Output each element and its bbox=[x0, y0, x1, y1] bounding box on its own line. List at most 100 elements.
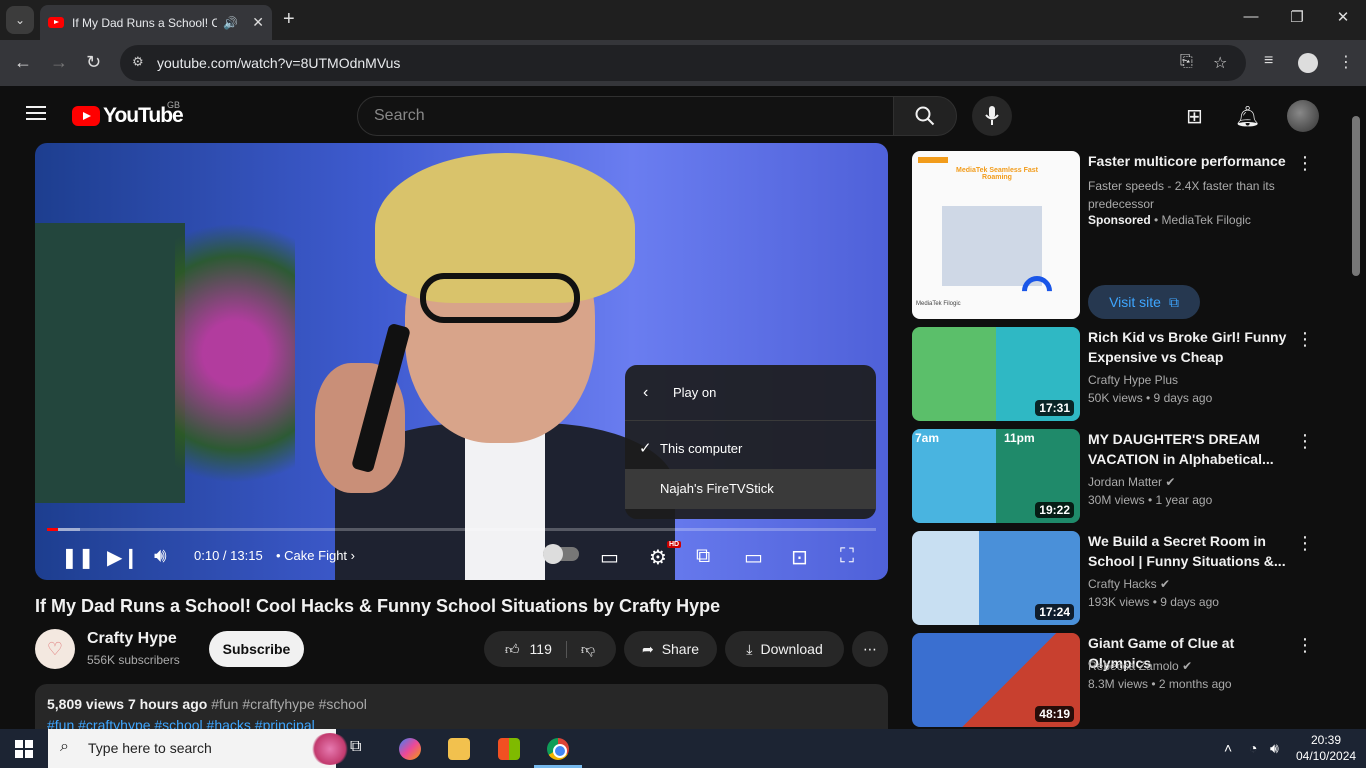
task-view-icon[interactable]: ⧉ bbox=[350, 738, 372, 760]
share-icon: ➦ bbox=[641, 640, 654, 657]
progress-bar[interactable] bbox=[47, 528, 876, 531]
checkmark-icon: ✓ bbox=[639, 440, 652, 457]
thumbs-up-icon: 👍︎ bbox=[504, 640, 520, 657]
channel-avatar[interactable]: ♡ bbox=[35, 629, 75, 669]
video-thumbnail[interactable]: 17:31 bbox=[912, 327, 1080, 421]
hd-badge: HD bbox=[667, 541, 682, 548]
channel-name[interactable]: Rebecca Zamolo ✔ bbox=[1088, 659, 1192, 673]
taskbar-clock[interactable]: 20:39 04/10/2024 bbox=[1296, 732, 1356, 764]
settings-gear-icon[interactable]: ⚙ bbox=[649, 545, 667, 570]
url-text[interactable]: youtube.com/watch?v=8UTMOdnMVus bbox=[157, 55, 400, 71]
close-window-button[interactable]: ✕ bbox=[1328, 8, 1358, 26]
reload-icon[interactable]: ↻ bbox=[86, 52, 101, 73]
pause-icon[interactable]: ❚❚ bbox=[61, 545, 95, 570]
back-arrow-icon[interactable]: ← bbox=[14, 52, 32, 73]
voice-search-button[interactable] bbox=[972, 96, 1012, 136]
download-label: Download bbox=[760, 641, 823, 657]
browser-menu-icon[interactable]: ⋮ bbox=[1338, 52, 1354, 72]
bookmark-star-icon[interactable]: ☆ bbox=[1213, 53, 1227, 73]
miniplayer-icon[interactable]: ⧉ bbox=[696, 545, 710, 568]
subscribe-button[interactable]: Subscribe bbox=[209, 631, 304, 667]
next-video-icon[interactable]: ▶❙ bbox=[107, 545, 139, 570]
video-thumbnail[interactable]: 7am 11pm 19:22 bbox=[912, 429, 1080, 523]
notifications-bell-icon[interactable]: 🔔︎ bbox=[1235, 104, 1260, 129]
account-avatar[interactable] bbox=[1287, 100, 1319, 132]
channel-name[interactable]: Jordan Matter ✔ bbox=[1088, 475, 1175, 489]
play-on-option-firetv[interactable]: Najah's FireTVStick bbox=[625, 469, 876, 509]
ad-title[interactable]: Faster multicore performance bbox=[1088, 151, 1298, 171]
share-label: Share bbox=[661, 641, 700, 657]
browser-toolbar: ← → ↻ ⚙ youtube.com/watch?v=8UTMOdnMVus … bbox=[0, 40, 1366, 86]
search-button[interactable] bbox=[893, 96, 957, 136]
share-button[interactable]: ➦ Share bbox=[624, 631, 717, 667]
video-title[interactable]: We Build a Secret Room in School | Funny… bbox=[1088, 531, 1298, 571]
download-button[interactable]: ⤓ Download bbox=[725, 631, 844, 667]
video-thumbnail[interactable]: 17:24 bbox=[912, 531, 1080, 625]
taskbar-search-box[interactable]: ⌕ Type here to search bbox=[48, 729, 350, 768]
profile-avatar[interactable] bbox=[1298, 53, 1318, 73]
hashtag-links[interactable]: #fun #craftyhype #school #hacks #princip… bbox=[47, 717, 315, 729]
channel-name[interactable]: Crafty Hacks ✔ bbox=[1088, 577, 1170, 591]
autoplay-toggle[interactable] bbox=[543, 544, 579, 564]
chrome-icon[interactable] bbox=[547, 738, 569, 760]
video-menu-icon[interactable]: ⋮ bbox=[1296, 329, 1314, 350]
video-menu-icon[interactable]: ⋮ bbox=[1296, 635, 1314, 656]
windows-start-icon[interactable] bbox=[15, 740, 33, 758]
play-on-header[interactable]: ‹ Play on bbox=[625, 365, 876, 421]
close-tab-icon[interactable]: ✕ bbox=[252, 14, 264, 31]
video-player[interactable]: ‹ Play on ✓ This computer Najah's FireTV… bbox=[35, 143, 888, 580]
youtube-logo[interactable]: YouTube GB bbox=[72, 100, 184, 128]
volume-icon[interactable]: 🔊︎ bbox=[154, 545, 167, 568]
site-info-icon[interactable]: ⚙ bbox=[132, 54, 150, 72]
video-meta: 50K views • 9 days ago bbox=[1088, 391, 1213, 405]
channel-name[interactable]: Crafty Hype bbox=[87, 630, 177, 648]
channel-name[interactable]: Crafty Hype Plus bbox=[1088, 373, 1178, 387]
thumbs-down-icon[interactable]: 👎︎ bbox=[581, 641, 595, 658]
video-duration: 17:31 bbox=[1035, 400, 1074, 416]
new-tab-button[interactable]: + bbox=[283, 8, 295, 31]
copilot-icon[interactable] bbox=[399, 738, 421, 760]
address-bar[interactable]: ⚙ youtube.com/watch?v=8UTMOdnMVus ⎘ ☆ bbox=[120, 45, 1246, 81]
create-video-icon[interactable]: ⊞ bbox=[1186, 104, 1203, 129]
page-scrollbar[interactable] bbox=[1352, 116, 1360, 276]
theater-mode-icon[interactable]: ▭ bbox=[744, 545, 763, 570]
tab-search-button[interactable]: ⌄ bbox=[6, 6, 34, 34]
windows-taskbar: ⌕ Type here to search ⧉ ˄ ◔ 🔊︎ 20:39 04/… bbox=[0, 729, 1366, 768]
restore-button[interactable]: ❐ bbox=[1282, 8, 1312, 26]
subtitles-icon[interactable]: ▭ bbox=[600, 545, 619, 570]
browser-tab-strip: ⌄ If My Dad Runs a School! Co 🔊 ✕ + — ❐ … bbox=[0, 0, 1366, 40]
play-on-option-this-computer[interactable]: ✓ This computer bbox=[625, 429, 876, 469]
speaker-icon[interactable]: 🔊 bbox=[223, 16, 238, 30]
search-placeholder: Search bbox=[374, 107, 425, 124]
visit-site-button[interactable]: Visit site ⧉ bbox=[1088, 285, 1200, 319]
install-app-icon[interactable]: ⎘ bbox=[1180, 53, 1193, 71]
like-button[interactable]: 👍︎ 119 bbox=[504, 640, 567, 658]
description-box[interactable]: 5,809 views 7 hours ago #fun #craftyhype… bbox=[35, 684, 888, 729]
minimize-button[interactable]: — bbox=[1236, 8, 1266, 25]
volume-tray-icon[interactable]: 🔊︎ bbox=[1270, 740, 1279, 757]
video-thumbnail[interactable]: 48:19 bbox=[912, 633, 1080, 727]
back-chevron-icon[interactable]: ‹ bbox=[643, 384, 648, 402]
network-icon[interactable]: ◔ bbox=[1249, 740, 1257, 756]
forward-arrow-icon[interactable]: → bbox=[50, 52, 68, 73]
media-controls-icon[interactable]: ≡ bbox=[1264, 52, 1273, 70]
microsoft-store-icon[interactable] bbox=[498, 738, 520, 760]
more-actions-button[interactable]: ⋯ bbox=[852, 631, 888, 667]
file-explorer-icon[interactable] bbox=[448, 738, 470, 760]
video-title[interactable]: MY DAUGHTER'S DREAM VACATION in Alphabet… bbox=[1088, 429, 1298, 469]
video-menu-icon[interactable]: ⋮ bbox=[1296, 431, 1314, 452]
video-menu-icon[interactable]: ⋮ bbox=[1296, 533, 1314, 554]
ad-image-brand: MediaTek Filogic bbox=[916, 301, 961, 307]
ad-thumbnail[interactable]: MediaTek Seamless Fast Roaming MediaTek … bbox=[912, 151, 1080, 319]
search-input[interactable]: Search bbox=[357, 96, 894, 136]
browser-tab-active[interactable]: If My Dad Runs a School! Co 🔊 ✕ bbox=[40, 5, 272, 40]
fullscreen-icon[interactable]: ⛶ bbox=[840, 545, 854, 568]
youtube-page: YouTube GB Search ⊞ 🔔︎ ‹ Play on ✓ This … bbox=[0, 86, 1366, 729]
ad-menu-icon[interactable]: ⋮ bbox=[1296, 153, 1314, 174]
cast-icon[interactable]: ⊡ bbox=[791, 545, 808, 570]
tray-chevron-icon[interactable]: ˄ bbox=[1224, 740, 1232, 756]
hamburger-menu-icon[interactable] bbox=[26, 106, 46, 120]
channel-name-text: Rebecca Zamolo bbox=[1088, 659, 1179, 673]
video-title[interactable]: Rich Kid vs Broke Girl! Funny Expensive … bbox=[1088, 327, 1298, 367]
chapter-title[interactable]: • Cake Fight › bbox=[276, 548, 355, 563]
